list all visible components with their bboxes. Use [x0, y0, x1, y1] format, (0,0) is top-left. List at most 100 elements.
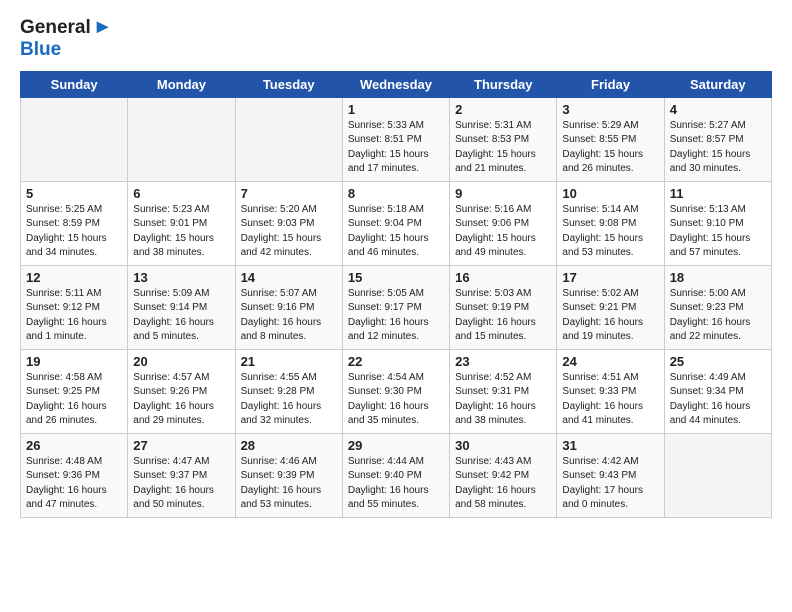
calendar-cell: 14 Sunrise: 5:07 AM Sunset: 9:16 PM Dayli… [235, 265, 342, 349]
day-info: Sunrise: 5:20 AM Sunset: 9:03 PM Dayligh… [241, 203, 337, 261]
day-number: 5 [26, 186, 122, 201]
col-header-saturday: Saturday [664, 71, 771, 97]
day-info: Sunrise: 5:25 AM Sunset: 8:59 PM Dayligh… [26, 203, 122, 261]
calendar-cell: 17 Sunrise: 5:02 AM Sunset: 9:21 PM Dayli… [557, 265, 664, 349]
day-info: Sunrise: 5:09 AM Sunset: 9:14 PM Dayligh… [133, 287, 229, 345]
day-number: 19 [26, 354, 122, 369]
calendar-cell: 25 Sunrise: 4:49 AM Sunset: 9:34 PM Dayli… [664, 349, 771, 433]
calendar-table: SundayMondayTuesdayWednesdayThursdayFrid… [20, 71, 772, 518]
col-header-sunday: Sunday [21, 71, 128, 97]
day-info: Sunrise: 4:43 AM Sunset: 9:42 PM Dayligh… [455, 455, 551, 513]
calendar-week-row: 12 Sunrise: 5:11 AM Sunset: 9:12 PM Dayli… [21, 265, 772, 349]
day-info: Sunrise: 4:47 AM Sunset: 9:37 PM Dayligh… [133, 455, 229, 513]
col-header-wednesday: Wednesday [342, 71, 449, 97]
day-number: 14 [241, 270, 337, 285]
calendar-cell: 5 Sunrise: 5:25 AM Sunset: 8:59 PM Daylig… [21, 181, 128, 265]
calendar-week-row: 26Sunrise: 4:48 AM Sunset: 9:36 PM Dayli… [21, 433, 772, 517]
day-info: Sunrise: 5:29 AM Sunset: 8:55 PM Dayligh… [562, 119, 658, 177]
calendar-cell: 20 Sunrise: 4:57 AM Sunset: 9:26 PM Dayli… [128, 349, 235, 433]
day-info: Sunrise: 5:27 AM Sunset: 8:57 PM Dayligh… [670, 119, 766, 177]
logo-line1: General► [20, 16, 113, 39]
calendar-header-row: SundayMondayTuesdayWednesdayThursdayFrid… [21, 71, 772, 97]
day-number: 17 [562, 270, 658, 285]
day-info: Sunrise: 5:02 AM Sunset: 9:21 PM Dayligh… [562, 287, 658, 345]
day-info: Sunrise: 4:52 AM Sunset: 9:31 PM Dayligh… [455, 371, 551, 429]
day-number: 2 [455, 102, 551, 117]
calendar-cell: 16 Sunrise: 5:03 AM Sunset: 9:19 PM Dayli… [450, 265, 557, 349]
day-number: 21 [241, 354, 337, 369]
day-info: Sunrise: 4:51 AM Sunset: 9:33 PM Dayligh… [562, 371, 658, 429]
calendar-week-row: 1Sunrise: 5:33 AM Sunset: 8:51 PM Daylig… [21, 97, 772, 181]
calendar-cell: 30Sunrise: 4:43 AM Sunset: 9:42 PM Dayli… [450, 433, 557, 517]
col-header-monday: Monday [128, 71, 235, 97]
day-number: 11 [670, 186, 766, 201]
calendar-cell: 4 Sunrise: 5:27 AM Sunset: 8:57 PM Daylig… [664, 97, 771, 181]
day-info: Sunrise: 5:16 AM Sunset: 9:06 PM Dayligh… [455, 203, 551, 261]
calendar-cell: 8 Sunrise: 5:18 AM Sunset: 9:04 PM Daylig… [342, 181, 449, 265]
day-info: Sunrise: 5:11 AM Sunset: 9:12 PM Dayligh… [26, 287, 122, 345]
calendar-cell: 21 Sunrise: 4:55 AM Sunset: 9:28 PM Dayli… [235, 349, 342, 433]
col-header-friday: Friday [557, 71, 664, 97]
calendar-cell [664, 433, 771, 517]
day-number: 4 [670, 102, 766, 117]
calendar-cell: 3Sunrise: 5:29 AM Sunset: 8:55 PM Daylig… [557, 97, 664, 181]
calendar-cell: 7Sunrise: 5:20 AM Sunset: 9:03 PM Daylig… [235, 181, 342, 265]
day-info: Sunrise: 5:07 AM Sunset: 9:16 PM Dayligh… [241, 287, 337, 345]
day-number: 20 [133, 354, 229, 369]
day-info: Sunrise: 4:57 AM Sunset: 9:26 PM Dayligh… [133, 371, 229, 429]
day-info: Sunrise: 4:55 AM Sunset: 9:28 PM Dayligh… [241, 371, 337, 429]
day-number: 25 [670, 354, 766, 369]
day-info: Sunrise: 5:00 AM Sunset: 9:23 PM Dayligh… [670, 287, 766, 345]
day-info: Sunrise: 4:46 AM Sunset: 9:39 PM Dayligh… [241, 455, 337, 513]
calendar-cell: 24 Sunrise: 4:51 AM Sunset: 9:33 PM Dayli… [557, 349, 664, 433]
calendar-cell [128, 97, 235, 181]
day-info: Sunrise: 5:03 AM Sunset: 9:19 PM Dayligh… [455, 287, 551, 345]
page-header: General► Blue [20, 16, 772, 61]
day-number: 16 [455, 270, 551, 285]
day-number: 13 [133, 270, 229, 285]
calendar-cell: 23 Sunrise: 4:52 AM Sunset: 9:31 PM Dayli… [450, 349, 557, 433]
day-info: Sunrise: 4:58 AM Sunset: 9:25 PM Dayligh… [26, 371, 122, 429]
calendar-cell: 15 Sunrise: 5:05 AM Sunset: 9:17 PM Dayli… [342, 265, 449, 349]
calendar-week-row: 5 Sunrise: 5:25 AM Sunset: 8:59 PM Daylig… [21, 181, 772, 265]
day-number: 10 [562, 186, 658, 201]
day-number: 6 [133, 186, 229, 201]
day-number: 22 [348, 354, 444, 369]
day-info: Sunrise: 5:23 AM Sunset: 9:01 PM Dayligh… [133, 203, 229, 261]
day-info: Sunrise: 4:48 AM Sunset: 9:36 PM Dayligh… [26, 455, 122, 513]
day-info: Sunrise: 4:49 AM Sunset: 9:34 PM Dayligh… [670, 371, 766, 429]
calendar-cell: 31Sunrise: 4:42 AM Sunset: 9:43 PM Dayli… [557, 433, 664, 517]
day-number: 18 [670, 270, 766, 285]
calendar-cell: 2 Sunrise: 5:31 AM Sunset: 8:53 PM Daylig… [450, 97, 557, 181]
day-number: 23 [455, 354, 551, 369]
day-number: 27 [133, 438, 229, 453]
day-number: 28 [241, 438, 337, 453]
logo-line2: Blue [20, 39, 113, 61]
calendar-cell: 22Sunrise: 4:54 AM Sunset: 9:30 PM Dayli… [342, 349, 449, 433]
calendar-cell: 13 Sunrise: 5:09 AM Sunset: 9:14 PM Dayli… [128, 265, 235, 349]
calendar-cell [21, 97, 128, 181]
day-number: 1 [348, 102, 444, 117]
logo: General► Blue [20, 16, 113, 61]
day-info: Sunrise: 5:05 AM Sunset: 9:17 PM Dayligh… [348, 287, 444, 345]
calendar-cell: 1Sunrise: 5:33 AM Sunset: 8:51 PM Daylig… [342, 97, 449, 181]
day-info: Sunrise: 4:44 AM Sunset: 9:40 PM Dayligh… [348, 455, 444, 513]
day-number: 15 [348, 270, 444, 285]
calendar-cell: 27 Sunrise: 4:47 AM Sunset: 9:37 PM Dayli… [128, 433, 235, 517]
calendar-cell: 6 Sunrise: 5:23 AM Sunset: 9:01 PM Daylig… [128, 181, 235, 265]
day-info: Sunrise: 5:31 AM Sunset: 8:53 PM Dayligh… [455, 119, 551, 177]
day-number: 31 [562, 438, 658, 453]
col-header-thursday: Thursday [450, 71, 557, 97]
day-number: 8 [348, 186, 444, 201]
day-info: Sunrise: 5:14 AM Sunset: 9:08 PM Dayligh… [562, 203, 658, 261]
calendar-cell [235, 97, 342, 181]
day-number: 29 [348, 438, 444, 453]
calendar-cell: 12 Sunrise: 5:11 AM Sunset: 9:12 PM Dayli… [21, 265, 128, 349]
day-info: Sunrise: 5:13 AM Sunset: 9:10 PM Dayligh… [670, 203, 766, 261]
calendar-week-row: 19 Sunrise: 4:58 AM Sunset: 9:25 PM Dayli… [21, 349, 772, 433]
day-number: 24 [562, 354, 658, 369]
calendar-cell: 28 Sunrise: 4:46 AM Sunset: 9:39 PM Dayli… [235, 433, 342, 517]
calendar-cell: 26Sunrise: 4:48 AM Sunset: 9:36 PM Dayli… [21, 433, 128, 517]
day-info: Sunrise: 5:18 AM Sunset: 9:04 PM Dayligh… [348, 203, 444, 261]
day-number: 12 [26, 270, 122, 285]
